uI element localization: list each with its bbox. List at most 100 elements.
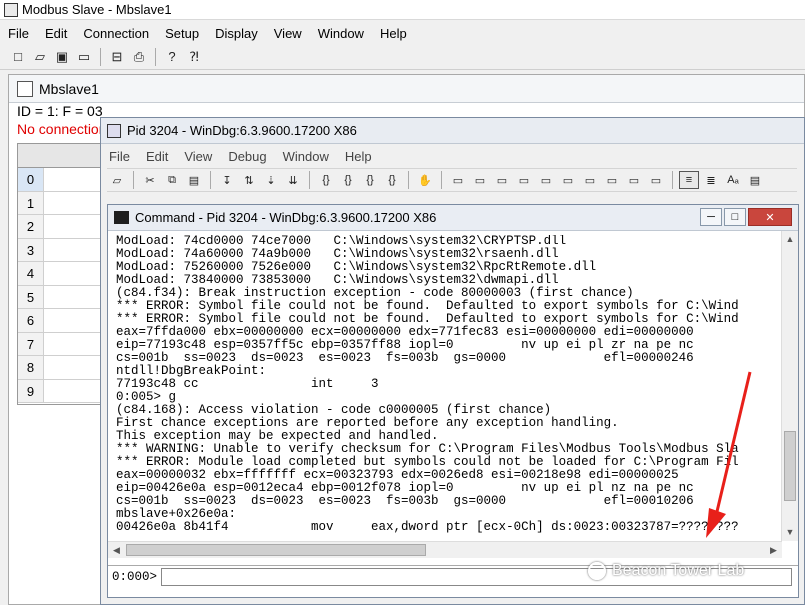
wd-menu-file[interactable]: File <box>101 149 138 164</box>
disassembly-icon[interactable]: ▭ <box>580 171 600 189</box>
wd-menu-edit[interactable]: Edit <box>138 149 176 164</box>
window-controls: ─ □ ✕ <box>700 208 792 226</box>
main-menubar: File Edit Connection Setup Display View … <box>0 22 805 44</box>
maximize-icon[interactable]: □ <box>724 208 746 226</box>
document-icon <box>17 80 33 97</box>
toolbar-separator <box>672 171 673 189</box>
window-title: Modbus Slave - Mbslave1 <box>22 2 172 17</box>
toolbar-separator <box>309 171 310 189</box>
menu-setup[interactable]: Setup <box>157 26 207 41</box>
table-row[interactable]: 8 <box>18 356 106 380</box>
wd-menu-window[interactable]: Window <box>275 149 337 164</box>
menu-display[interactable]: Display <box>207 26 266 41</box>
help-icon[interactable]: ? <box>162 47 182 67</box>
row-index: 7 <box>18 332 44 355</box>
table-row[interactable]: 2 <box>18 215 106 239</box>
watermark-logo-icon <box>588 562 606 580</box>
open-icon[interactable]: ▱ <box>30 47 50 67</box>
connection-status: No connection <box>17 121 107 137</box>
mbslave-title: Mbslave1 <box>39 80 99 97</box>
horizontal-scrollbar[interactable]: ◀ ▶ <box>108 541 782 558</box>
row-index: 9 <box>18 379 44 402</box>
scroll-thumb[interactable] <box>784 431 796 501</box>
command-prompt: 0:000> <box>112 569 158 584</box>
wd-menu-view[interactable]: View <box>176 149 220 164</box>
scratch-pad-icon[interactable]: ▭ <box>602 171 622 189</box>
scroll-left-icon[interactable]: ◀ <box>108 542 125 559</box>
stop-debugging-icon[interactable]: ⇣ <box>261 171 281 189</box>
register-grid: 0 1 2 3 4 5 6 7 8 9 <box>17 143 107 405</box>
open-folder-icon[interactable]: ▱ <box>107 171 127 189</box>
processes-icon[interactable]: ▭ <box>624 171 644 189</box>
windbg-app-icon <box>107 123 121 138</box>
new-icon[interactable]: □ <box>8 47 28 67</box>
command-window-icon[interactable]: ▭ <box>448 171 468 189</box>
table-row[interactable]: 7 <box>18 332 106 356</box>
command-title-bar: Command - Pid 3204 - WinDbg:6.3.9600.172… <box>108 205 798 231</box>
copy-icon[interactable]: ⧉ <box>162 171 182 189</box>
watch-icon[interactable]: ▭ <box>470 171 490 189</box>
context-help-icon[interactable]: ⁈ <box>184 47 204 67</box>
step-out-icon[interactable]: {} <box>360 171 380 189</box>
locals-icon[interactable]: ▭ <box>492 171 512 189</box>
vertical-scrollbar[interactable]: ▲ ▼ <box>781 231 798 541</box>
source-mode-on-icon[interactable]: ≡ <box>679 171 699 189</box>
close-icon[interactable]: ✕ <box>748 208 792 226</box>
scroll-right-icon[interactable]: ▶ <box>765 542 782 559</box>
wd-menu-help[interactable]: Help <box>337 149 380 164</box>
menu-connection[interactable]: Connection <box>75 26 157 41</box>
toolbar-separator <box>408 171 409 189</box>
go-icon[interactable]: ↧ <box>217 171 237 189</box>
table-row[interactable]: 4 <box>18 262 106 286</box>
wd-menu-debug[interactable]: Debug <box>220 149 274 164</box>
table-row[interactable]: 0 <box>18 168 106 192</box>
print-icon[interactable]: ⎙ <box>129 47 149 67</box>
break-icon[interactable]: ⇊ <box>283 171 303 189</box>
options-icon[interactable]: ▤ <box>745 171 765 189</box>
command-title: Command - Pid 3204 - WinDbg:6.3.9600.172… <box>135 210 437 225</box>
registers-icon[interactable]: ▭ <box>514 171 534 189</box>
scroll-up-icon[interactable]: ▲ <box>782 231 798 248</box>
row-index: 0 <box>18 168 44 191</box>
table-row[interactable]: 1 <box>18 191 106 215</box>
command-output-line: 77193c48 cc int 3 <box>116 377 379 391</box>
menu-window[interactable]: Window <box>310 26 372 41</box>
windbg-toolbar: ▱ ✂ ⧉ ▤ ↧ ⇅ ⇣ ⇊ {} {} {} {} ✋ ▭ ▭ ▭ ▭ ▭ … <box>107 168 797 192</box>
step-into-icon[interactable]: {} <box>316 171 336 189</box>
scroll-down-icon[interactable]: ▼ <box>782 524 798 541</box>
slave-id-line: ID = 1: F = 03 <box>17 103 103 119</box>
command-window: Command - Pid 3204 - WinDbg:6.3.9600.172… <box>107 204 799 598</box>
table-row[interactable]: 3 <box>18 238 106 262</box>
minimize-icon[interactable]: ─ <box>700 208 722 226</box>
row-index: 4 <box>18 262 44 285</box>
source-mode-icon[interactable]: ▭ <box>646 171 666 189</box>
cut-icon[interactable]: ✂ <box>140 171 160 189</box>
menu-help[interactable]: Help <box>372 26 415 41</box>
row-index: 1 <box>18 191 44 214</box>
menu-file[interactable]: File <box>0 26 37 41</box>
table-row[interactable]: 5 <box>18 285 106 309</box>
restart-icon[interactable]: ⇅ <box>239 171 259 189</box>
toolbar-separator <box>210 171 211 189</box>
hand-icon[interactable]: ✋ <box>415 171 435 189</box>
scroll-thumb[interactable] <box>126 544 426 556</box>
source-mode-off-icon[interactable]: ≣ <box>701 171 721 189</box>
menu-edit[interactable]: Edit <box>37 26 75 41</box>
save-icon[interactable]: ▣ <box>52 47 72 67</box>
step-over-icon[interactable]: {} <box>338 171 358 189</box>
windbg-menubar: File Edit View Debug Window Help <box>101 145 804 167</box>
font-icon[interactable]: Aₐ <box>723 171 743 189</box>
paste-icon[interactable]: ▤ <box>184 171 204 189</box>
command-output: ModLoad: 74cd0000 74ce7000 C:\Windows\sy… <box>116 235 778 541</box>
table-row[interactable]: 9 <box>18 379 106 403</box>
grid-header <box>18 144 106 168</box>
menu-view[interactable]: View <box>266 26 310 41</box>
memory-icon[interactable]: ▭ <box>536 171 556 189</box>
table-row[interactable]: 6 <box>18 309 106 333</box>
window-icon[interactable]: ▭ <box>74 47 94 67</box>
console-icon <box>114 211 129 224</box>
monitor-icon[interactable]: ⊟ <box>107 47 127 67</box>
toolbar-separator <box>441 171 442 189</box>
call-stack-icon[interactable]: ▭ <box>558 171 578 189</box>
run-to-cursor-icon[interactable]: {} <box>382 171 402 189</box>
